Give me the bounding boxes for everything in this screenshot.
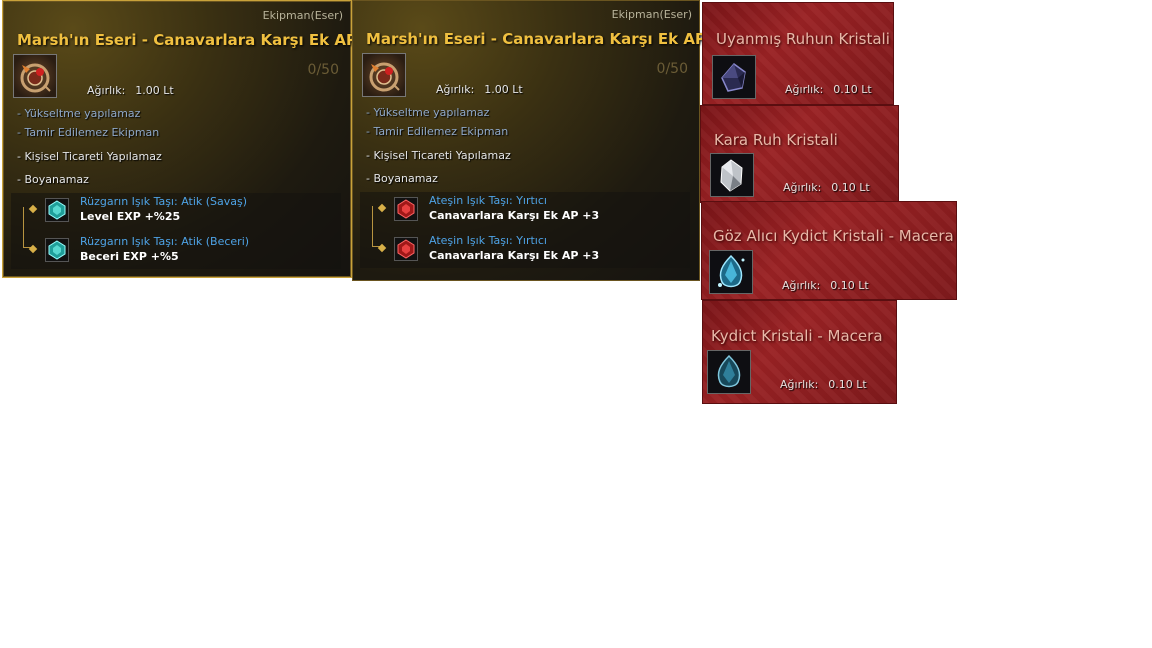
no-repair-text: - Tamir Edilemez Ekipman xyxy=(17,126,160,139)
no-upgrade-text: - Yükseltme yapılamaz xyxy=(17,107,141,120)
no-trade-text: - Kişisel Ticareti Yapılamaz xyxy=(366,149,511,162)
weight-row: Ağırlık: 1.00 Lt xyxy=(436,83,523,96)
item-tooltip: Ekipman(Eser) Marsh'ın Eseri - Canavarla… xyxy=(2,0,357,278)
item-title: Marsh'ın Eseri - Canavarlara Karşı Ek AP xyxy=(366,30,706,48)
fire-gem-icon xyxy=(394,197,418,221)
awakened-soul-crystal-icon xyxy=(712,55,756,99)
crystal-tooltip: Göz Alıcı Kydict Kristali - Macera Ağırl… xyxy=(701,201,957,300)
weight-label: Ağırlık: xyxy=(436,83,475,96)
crystal-tooltip: Kydict Kristali - Macera Ağırlık: 0.10 Lt xyxy=(702,300,897,404)
weight-label: Ağırlık: xyxy=(785,83,824,96)
socket-gem-name: Ateşin Işık Taşı: Yırtıcı xyxy=(429,234,547,247)
crystal-title: Uyanmış Ruhun Kristali xyxy=(716,30,890,48)
weight-value: 1.00 Lt xyxy=(484,83,523,96)
weight-label: Ağırlık: xyxy=(783,181,822,194)
weight-value: 1.00 Lt xyxy=(135,84,174,97)
socket-gem-name: Rüzgarın Işık Taşı: Atik (Savaş) xyxy=(80,195,248,208)
socket-slot: Rüzgarın Işık Taşı: Atik (Savaş) Level E… xyxy=(28,195,339,232)
socket-gem-effect: Level EXP +%25 xyxy=(80,210,181,223)
fire-gem-icon xyxy=(394,237,418,261)
weight-row: Ağırlık: 0.10 Lt xyxy=(782,279,869,292)
wind-gem-icon xyxy=(45,198,69,222)
item-title: Marsh'ın Eseri - Canavarlara Karşı Ek AP xyxy=(17,31,357,49)
no-dye-text: - Boyanamaz xyxy=(366,172,438,185)
item-tooltip: Ekipman(Eser) Marsh'ın Eseri - Canavarla… xyxy=(352,0,706,281)
weight-label: Ağırlık: xyxy=(87,84,126,97)
no-trade-text: - Kişisel Ticareti Yapılamaz xyxy=(17,150,162,163)
weight-row: Ağırlık: 0.10 Lt xyxy=(780,378,867,391)
enhance-counter: 0/50 xyxy=(656,61,688,77)
socket-list: Ateşin Işık Taşı: Yırtıcı Canavarlara Ka… xyxy=(360,192,690,268)
socket-list: Rüzgarın Işık Taşı: Atik (Savaş) Level E… xyxy=(11,193,341,269)
crystal-tooltip: Kara Ruh Kristali Ağırlık: 0.10 Lt xyxy=(700,105,899,203)
weight-label: Ağırlık: xyxy=(782,279,821,292)
crystal-tooltip: Uyanmış Ruhun Kristali Ağırlık: 0.10 Lt xyxy=(702,2,894,105)
socket-marker-icon xyxy=(377,243,387,253)
weight-value: 0.10 Lt xyxy=(831,181,870,194)
weight-value: 0.10 Lt xyxy=(830,279,869,292)
socket-tree-line xyxy=(372,206,381,247)
socket-slot: Ateşin Işık Taşı: Yırtıcı Canavarlara Ka… xyxy=(377,234,688,271)
dazzling-kydict-crystal-icon xyxy=(709,250,753,294)
weight-value: 0.10 Lt xyxy=(828,378,867,391)
no-upgrade-text: - Yükseltme yapılamaz xyxy=(366,106,490,119)
item-type-label: Ekipman(Eser) xyxy=(262,9,343,22)
socket-gem-effect: Beceri EXP +%5 xyxy=(80,250,179,263)
kydict-crystal-icon xyxy=(707,350,751,394)
crystal-title: Kara Ruh Kristali xyxy=(714,131,838,149)
enhance-counter: 0/50 xyxy=(307,62,339,78)
socket-marker-icon xyxy=(28,244,38,254)
crystal-title: Kydict Kristali - Macera xyxy=(711,327,883,345)
weight-row: Ağırlık: 0.10 Lt xyxy=(785,83,872,96)
socket-slot: Rüzgarın Işık Taşı: Atik (Beceri) Beceri… xyxy=(28,235,339,272)
weight-row: Ağırlık: 0.10 Lt xyxy=(783,181,870,194)
wind-gem-icon xyxy=(45,238,69,262)
item-type-label: Ekipman(Eser) xyxy=(611,8,692,21)
no-repair-text: - Tamir Edilemez Ekipman xyxy=(366,125,509,138)
socket-gem-effect: Canavarlara Karşı Ek AP +3 xyxy=(429,249,600,262)
socket-slot: Ateşin Işık Taşı: Yırtıcı Canavarlara Ka… xyxy=(377,194,688,231)
weight-row: Ağırlık: 1.00 Lt xyxy=(87,84,174,97)
no-dye-text: - Boyanamaz xyxy=(17,173,89,186)
socket-gem-name: Ateşin Işık Taşı: Yırtıcı xyxy=(429,194,547,207)
crystal-title: Göz Alıcı Kydict Kristali - Macera xyxy=(713,227,954,245)
socket-gem-effect: Canavarlara Karşı Ek AP +3 xyxy=(429,209,600,222)
black-soul-crystal-icon xyxy=(710,153,754,197)
weight-label: Ağırlık: xyxy=(780,378,819,391)
weight-value: 0.10 Lt xyxy=(833,83,872,96)
socket-tree-line xyxy=(23,207,32,248)
marsh-relic-icon xyxy=(362,53,406,97)
marsh-relic-icon xyxy=(13,54,57,98)
socket-gem-name: Rüzgarın Işık Taşı: Atik (Beceri) xyxy=(80,235,250,248)
